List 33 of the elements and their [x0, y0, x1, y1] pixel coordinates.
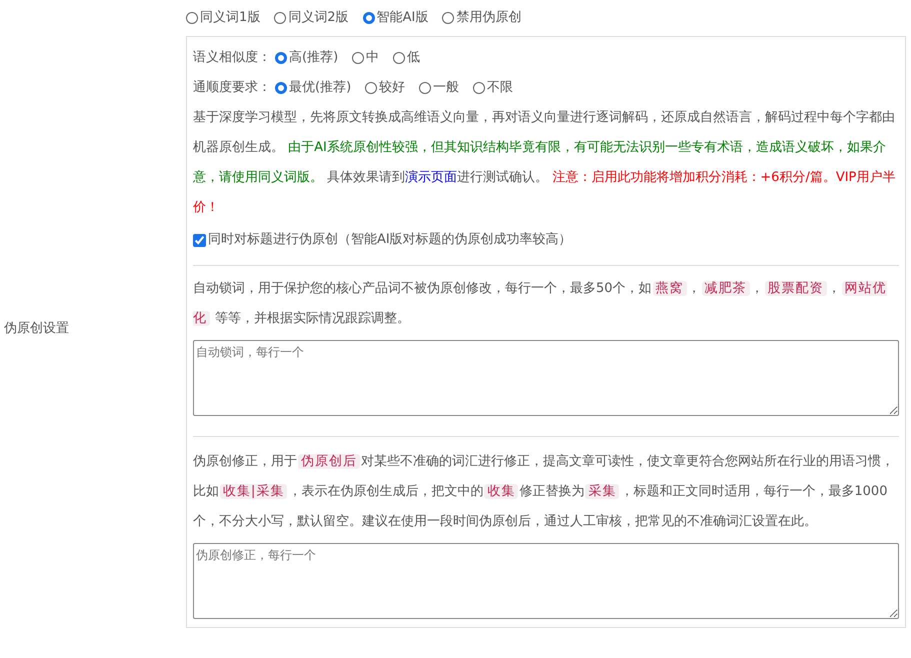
mode-label: 同义词1版 [200, 9, 260, 28]
radio-button[interactable] [473, 82, 486, 94]
radio-button[interactable] [186, 12, 198, 24]
choice-label: 一般 [433, 79, 460, 98]
choice-label: 最优(推荐) [289, 79, 352, 98]
choice-label: 中 [366, 49, 380, 68]
mode-label: 禁用伪原创 [456, 9, 522, 28]
lock-words-description: 自动锁词，用于保护您的核心产品词不被伪原创修改，每行一个，最多50个，如 燕窝 ， 减肥茶 ， 股票配资 ， 网站优化 等等，并根据实际情况跟踪调整。 [193, 280, 888, 328]
option-label: 通顺度要求： [193, 79, 271, 98]
option-label: 语义相似度： [193, 49, 271, 68]
radio-button[interactable] [275, 82, 287, 94]
checkbox-label: 同时对标题进行伪原创（智能AI版对标题的伪原创成功率较高） [208, 231, 572, 250]
radio-button[interactable] [419, 82, 432, 94]
section-label: 伪原创设置 [4, 320, 69, 338]
correction-description: 伪原创修正，用于 伪原创后 对某些不准确的词汇进行修正，提高文章可读性，使文章更符合您网站所在行业的用语习惯，比如 收集|采集 ，表示在伪原创生成后，把文中的 收集 修正替换为 采集 ，标题和正文同时适用，每行一个，最多1000个，不分大小写，默认留空。建议在使用一段时间伪原创后，通过人工审核，把常见的不准确词汇设置在此。 [193, 453, 895, 531]
radio-button[interactable] [393, 52, 406, 64]
choice-label: 高(推荐) [289, 49, 338, 68]
title-checkbox[interactable] [193, 234, 206, 246]
description-paragraph: 基于深度学习模型，先将原文转换成高维语义向量，再对语义向量进行逐词解码，还原成自然语言，解码过程中每个字都由机器原创生成。 由于AI系统原创性较强，但其知识结构毕竟有限，有可能无法识别一些专有术语，造成语义破坏，如果介意，请使用同义词版。 具体效果请到演示页面进行测试确认。 注意：启用此功能将增加积分消耗：+6积分/篇。VIP用户半价！ [193, 109, 896, 217]
choice-label: 低 [407, 49, 420, 68]
choice-label: 较好 [379, 79, 406, 98]
radio-button[interactable] [352, 52, 364, 64]
radio-button[interactable] [362, 12, 375, 24]
mode-label: 智能AI版 [376, 9, 428, 28]
radio-button[interactable] [442, 12, 454, 24]
choice-label: 不限 [487, 79, 514, 98]
mode-label: 同义词2版 [288, 9, 349, 28]
radio-button[interactable] [275, 52, 287, 64]
lock-words-field[interactable]: 自动锁词，每行一个 [193, 340, 899, 416]
radio-button[interactable] [365, 82, 378, 94]
correction-field[interactable]: 伪原创修正，每行一个 [193, 543, 899, 619]
radio-button[interactable] [274, 12, 286, 24]
demo-link[interactable]: 演示页面 [405, 170, 458, 185]
